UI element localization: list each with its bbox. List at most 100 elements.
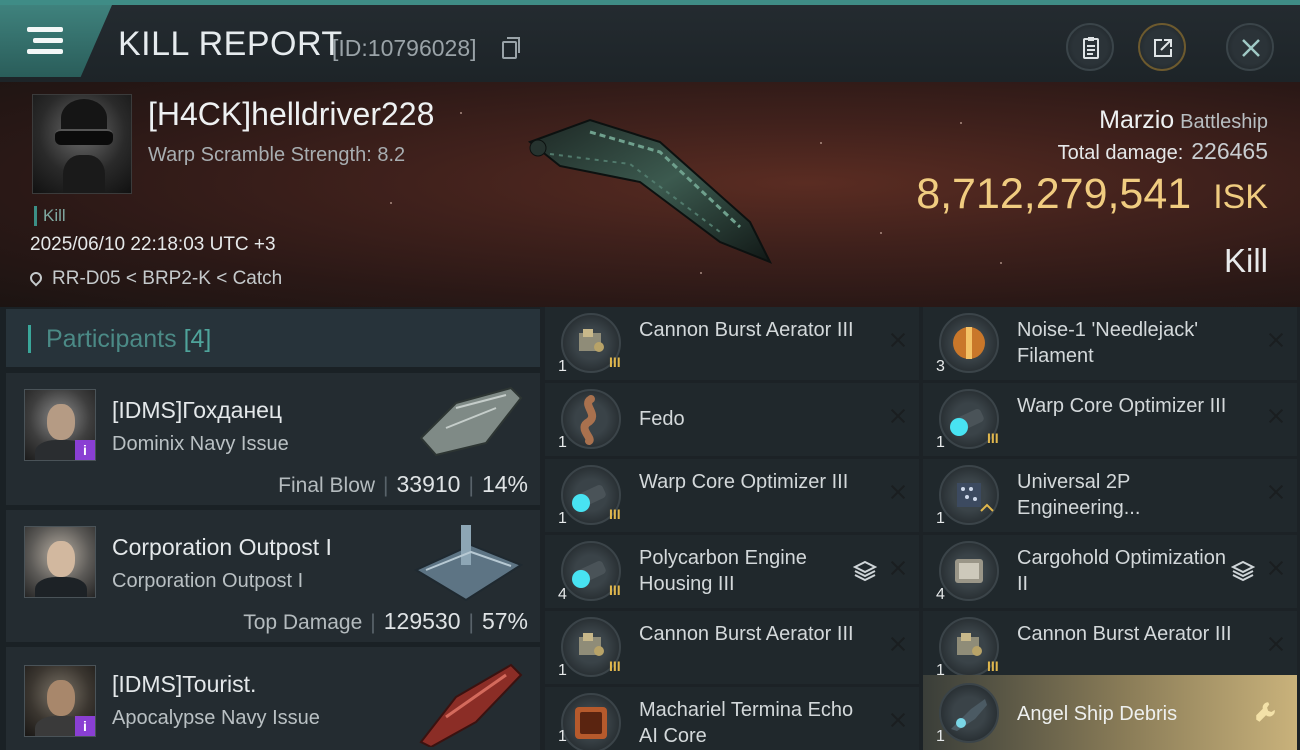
victim-name[interactable]: [H4CK]helldriver228 [148, 96, 434, 133]
result-label: Kill [1223, 242, 1268, 279]
page-title: KILL REPORT [118, 25, 343, 63]
destroyed-icon [1267, 481, 1285, 503]
item-quantity: 1 [558, 662, 567, 679]
meta-level: III [987, 658, 999, 674]
participant-row[interactable]: i [IDMS]Гохданец Dominix Navy Issue Fina… [6, 371, 540, 505]
participant-row[interactable]: i [IDMS]Tourist. Apocalypse Navy Issue [6, 645, 540, 750]
victim-ship-image [527, 118, 773, 264]
damage-percent: 57% [481, 608, 528, 634]
participant-stats: Top Damage | 129530 | 57% [243, 608, 528, 634]
location-text: RR-D05 < BRP2-K < Catch [52, 268, 283, 289]
item-quantity: 4 [936, 586, 945, 603]
close-icon [1242, 39, 1260, 57]
stat-label: Final Blow [278, 474, 376, 497]
item-cell[interactable]: 4 III Polycarbon Engine Housing III [545, 535, 919, 608]
participant-ship: Corporation Outpost I [112, 570, 304, 592]
participant-ship-image [419, 386, 523, 457]
item-quantity: 1 [936, 510, 945, 527]
menu-button[interactable] [0, 5, 112, 77]
wrench-icon[interactable] [1253, 699, 1279, 725]
item-cell[interactable]: 1 Fedo [545, 383, 919, 456]
ai-core-icon [561, 693, 621, 750]
participant-stats: Final Blow | 33910 | 14% [278, 471, 528, 497]
cargohold-optimization-icon [939, 541, 999, 601]
victim-ship[interactable]: Marzio Battleship [1099, 106, 1268, 135]
item-cell[interactable]: 1 III Cannon Burst Aerator III [545, 611, 919, 684]
warp-scramble-strength: Warp Scramble Strength: 8.2 [148, 144, 406, 166]
item-name: Noise-1 'Needlejack' Filament [1017, 319, 1199, 367]
stack-icon[interactable] [1231, 559, 1255, 583]
participant-name: [IDMS]Tourist. [112, 671, 257, 697]
damage-value: 129530 [383, 608, 461, 634]
item-cell[interactable]: 1 III Warp Core Optimizer III [923, 383, 1297, 456]
item-cell[interactable]: 1 III Cannon Burst Aerator III [923, 611, 1297, 684]
participants-panel: Participants [4] i [IDMS]Гохданец Domini… [0, 307, 540, 750]
item-quantity: 1 [558, 434, 567, 451]
fedo-icon [561, 389, 621, 449]
meta-level: III [609, 354, 621, 370]
participant-avatar [24, 526, 96, 598]
clipboard-button[interactable] [1066, 23, 1114, 71]
participant-name: Corporation Outpost I [112, 534, 332, 560]
item-name: Angel Ship Debris [1017, 703, 1178, 725]
destroyed-icon [889, 405, 907, 427]
damage-value: 33910 [396, 471, 461, 497]
total-damage-value: 226465 [1191, 138, 1268, 164]
participant-avatar: i [24, 389, 96, 461]
item-name: Warp Core Optimizer III [1017, 395, 1227, 417]
destroyed-icon [889, 633, 907, 655]
destroyed-icon [1267, 557, 1285, 579]
filament-icon [939, 313, 999, 373]
participant-ship-image [419, 663, 523, 747]
item-quantity: 3 [936, 358, 945, 375]
meta-level: III [987, 430, 999, 446]
victim-ship-class: Battleship [1180, 111, 1268, 133]
hamburger-icon [27, 27, 63, 55]
item-quantity: 1 [558, 510, 567, 527]
stack-icon[interactable] [853, 559, 877, 583]
item-name: Cargohold Optimization II [1017, 547, 1226, 595]
copy-icon[interactable] [502, 37, 520, 59]
item-quantity: 4 [558, 586, 567, 603]
kill-datetime: 2025/06/10 22:18:03 UTC +3 [30, 234, 276, 255]
participant-ship: Apocalypse Navy Issue [112, 707, 320, 729]
item-name: Cannon Burst Aerator III [1017, 623, 1232, 645]
item-cell[interactable]: 1 Machariel Termina Echo AI Core [545, 687, 919, 750]
item-cell[interactable]: 1 III Warp Core Optimizer III [545, 459, 919, 532]
meta-level: III [609, 658, 621, 674]
isk-unit: ISK [1213, 178, 1268, 216]
location-link[interactable]: RR-D05 < BRP2-K < Catch [27, 268, 283, 290]
item-name: Polycarbon Engine Housing III [639, 547, 807, 595]
clipboard-icon [1083, 37, 1099, 59]
info-badge-icon: i [75, 716, 95, 736]
item-cell[interactable]: 1 Universal 2P Engineering... [923, 459, 1297, 532]
share-button[interactable] [1138, 23, 1186, 71]
item-cell[interactable]: 1 III Cannon Burst Aerator III [545, 307, 919, 380]
item-cell[interactable]: 4 Cargohold Optimization II [923, 535, 1297, 608]
total-damage: Total damage: 226465 [1058, 138, 1268, 165]
close-button[interactable] [1226, 23, 1274, 71]
participants-label: Participants [46, 325, 177, 353]
participants-count: [4] [183, 325, 212, 353]
item-name: Fedo [639, 408, 685, 430]
kill-tag: Kill [34, 206, 66, 226]
destroyed-icon [889, 709, 907, 731]
item-cell[interactable]: 1 Angel Ship Debris [923, 675, 1297, 750]
ship-debris-icon [939, 683, 999, 743]
item-cell[interactable]: 3 Noise-1 'Needlejack' Filament [923, 307, 1297, 380]
victim-ship-name: Marzio [1099, 106, 1175, 134]
participants-header[interactable]: Participants [4] [6, 309, 540, 367]
share-icon [1154, 39, 1172, 57]
participant-ship-image [413, 525, 524, 602]
victim-banner: [H4CK]helldriver228 Warp Scramble Streng… [0, 82, 1300, 307]
isk-value: 8,712,279,541 ISK [916, 170, 1268, 219]
item-quantity: 1 [936, 728, 945, 745]
destroyed-icon [889, 481, 907, 503]
item-name: Warp Core Optimizer III [639, 471, 849, 493]
participant-row[interactable]: Corporation Outpost I Corporation Outpos… [6, 508, 540, 642]
item-name: Cannon Burst Aerator III [639, 623, 854, 645]
victim-avatar[interactable] [32, 94, 132, 194]
item-name: Cannon Burst Aerator III [639, 319, 854, 341]
item-quantity: 1 [558, 358, 567, 375]
participant-avatar: i [24, 665, 96, 737]
